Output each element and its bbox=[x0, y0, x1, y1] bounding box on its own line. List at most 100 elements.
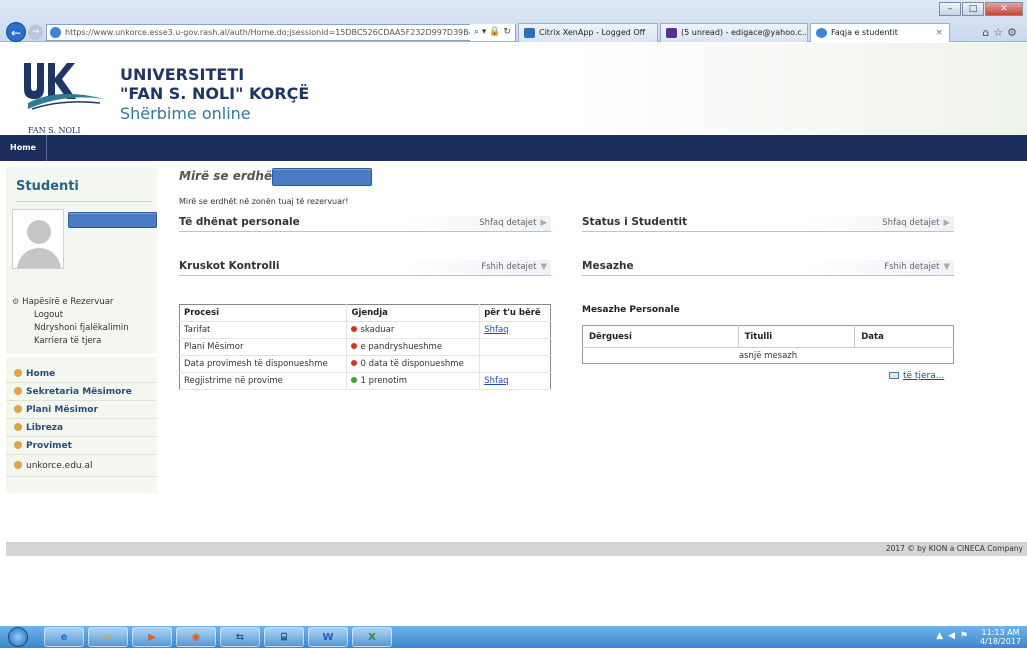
system-tray-icons[interactable]: ▲◀⚑ bbox=[936, 631, 973, 641]
empty-messages: asnjë mesazh bbox=[738, 350, 798, 361]
tab-yahoo-mail[interactable]: (5 unread) - edigace@yahoo.c... bbox=[660, 23, 808, 42]
sidebar-item-home[interactable]: Home bbox=[6, 365, 157, 383]
logout-link[interactable]: Logout bbox=[12, 309, 129, 322]
column-header: Data bbox=[854, 325, 954, 348]
tab-citrix[interactable]: Citrix XenApp - Logged Off bbox=[518, 23, 658, 42]
panel-messages: Mesazhe Fshih detajet ▼ bbox=[582, 260, 954, 276]
logo-caption: FAN S. NOLI bbox=[28, 126, 81, 135]
state-label: 0 data të disponueshme bbox=[360, 359, 464, 369]
forward-arrow-icon[interactable]: → bbox=[28, 25, 43, 40]
action-cell: Shfaq bbox=[479, 321, 551, 339]
firefox-taskbar-icon[interactable]: ◉ bbox=[176, 627, 216, 647]
reserved-area-item[interactable]: ⚙ Hapësirë e Rezervuar bbox=[12, 295, 129, 309]
university-logo bbox=[18, 57, 110, 123]
welcome-heading: Mirë se erdhët bbox=[179, 169, 278, 183]
word-taskbar-icon[interactable]: W bbox=[308, 627, 348, 647]
tab-faqja-studentit[interactable]: Faqja e studentit × bbox=[810, 23, 950, 42]
table-row: Tarifat skaduar Shfaq bbox=[179, 321, 551, 339]
toggle-label: Shfaq detajet bbox=[479, 218, 537, 228]
messages-table: Dërguesi Titulli Data asnjë mesazh bbox=[582, 325, 954, 364]
avatar-head bbox=[27, 220, 51, 244]
close-tab-icon[interactable]: × bbox=[935, 24, 943, 42]
hide-details-toggle[interactable]: Fshih detajet ▼ bbox=[481, 262, 547, 272]
divider bbox=[16, 201, 152, 202]
status-dot-icon bbox=[351, 377, 358, 383]
state-cell: skaduar bbox=[346, 321, 480, 339]
show-details-toggle[interactable]: Shfaq detajet ▶ bbox=[479, 218, 547, 228]
table-row: Regjistrime në provime 1 prenotim Shfaq bbox=[179, 372, 551, 390]
network-taskbar-icon[interactable]: ⇆ bbox=[220, 627, 260, 647]
show-link[interactable]: Shfaq bbox=[484, 376, 508, 386]
process-cell: Plani Mësimor bbox=[179, 338, 347, 356]
clock-date: 4/18/2017 bbox=[979, 637, 1021, 646]
change-password-link[interactable]: Ndryshoni fjalëkalimin bbox=[12, 322, 129, 335]
other-careers-link[interactable]: Karriera të tjera bbox=[12, 335, 129, 348]
action-cell: Shfaq bbox=[479, 372, 551, 390]
page-footer: 2017 © by KION a CINECA Company bbox=[6, 542, 1027, 556]
reserved-area-links: ⚙ Hapësirë e Rezervuar Logout Ndryshoni f… bbox=[12, 295, 129, 348]
more-label: të tjera... bbox=[903, 371, 945, 381]
table-row: Data provimesh të disponueshme 0 data të… bbox=[179, 355, 551, 373]
tab-label: Faqja e studentit bbox=[831, 28, 898, 37]
hide-details-toggle[interactable]: Fshih detajet ▼ bbox=[884, 262, 950, 272]
state-label: skaduar bbox=[360, 325, 395, 335]
site-header: FAN S. NOLI UNIVERSITETI "FAN S. NOLI" K… bbox=[0, 43, 1027, 135]
bullet-icon bbox=[14, 441, 22, 449]
state-cell: 1 prenotim bbox=[346, 372, 480, 390]
sidebar-item-sekretaria[interactable]: Sekretaria Mësimore bbox=[6, 383, 157, 401]
process-table: Procesi Gjendja për t'u bërë Tarifat ska… bbox=[179, 304, 551, 390]
footer-copyright: 2017 © by KION a CINECA Company bbox=[885, 544, 1023, 553]
sidebar-item-label: Plani Mësimor bbox=[26, 405, 98, 415]
sidebar-item-plani[interactable]: Plani Mësimor bbox=[6, 401, 157, 419]
process-cell: Data provimesh të disponueshme bbox=[179, 355, 347, 373]
gear-icon: ⚙ bbox=[12, 297, 20, 306]
panel-personal-data: Të dhënat personale Shfaq detajet ▶ bbox=[179, 216, 551, 232]
column-header: Titulli bbox=[737, 325, 855, 348]
sidebar-item-provimet[interactable]: Provimet bbox=[6, 437, 157, 455]
tab-label: Citrix XenApp - Logged Off bbox=[539, 28, 646, 37]
back-arrow-icon[interactable]: ← bbox=[6, 22, 26, 42]
triangle-right-icon: ▶ bbox=[540, 218, 547, 228]
taskbar-clock[interactable]: 11:13 AM 4/18/2017 bbox=[980, 628, 1021, 646]
welcome-subtitle: Mirë se erdhët në zonën tuaj të rezervua… bbox=[179, 197, 349, 206]
more-messages-link[interactable]: të tjera... bbox=[889, 371, 944, 381]
toggle-label: Shfaq detajet bbox=[882, 218, 940, 228]
start-button[interactable] bbox=[2, 626, 34, 648]
state-cell: e pandryshueshme bbox=[346, 338, 480, 356]
header-subtitle: Shërbime online bbox=[120, 104, 251, 123]
close-window-button[interactable]: ✕ bbox=[985, 2, 1023, 16]
clock-time: 11:13 AM bbox=[981, 628, 1020, 637]
show-details-toggle[interactable]: Shfaq detajet ▶ bbox=[882, 218, 950, 228]
divider bbox=[6, 353, 157, 357]
sidebar-title: Studenti bbox=[16, 179, 79, 194]
library-taskbar-icon[interactable]: ⌸ bbox=[264, 627, 304, 647]
excel-taskbar-icon[interactable]: X bbox=[352, 627, 392, 647]
panel-control-check: Kruskot Kontrolli Fshih detajet ▼ bbox=[179, 260, 551, 276]
maximize-button[interactable]: □ bbox=[962, 2, 984, 16]
address-bar[interactable]: https://www.unkorce.esse3.u-gov.rash.al/… bbox=[46, 24, 516, 41]
panel-student-status: Status i Studentit Shfaq detajet ▶ bbox=[582, 216, 954, 232]
sidebar-item-libreza[interactable]: Libreza bbox=[6, 419, 157, 437]
toolbar-icons[interactable]: ⌂☆⚙ bbox=[982, 26, 1021, 39]
sidebar-item-external[interactable]: unkorce.edu.al bbox=[6, 455, 157, 477]
panel-title: Mesazhe bbox=[582, 260, 634, 272]
minimize-button[interactable]: – bbox=[939, 2, 961, 16]
ie-taskbar-icon[interactable]: e bbox=[44, 627, 84, 647]
envelope-icon bbox=[889, 372, 899, 379]
panel-title: Të dhënat personale bbox=[179, 216, 300, 228]
sidebar-item-label: unkorce.edu.al bbox=[26, 461, 93, 471]
address-tools[interactable]: ⌕ ▾ 🔒 ↻ bbox=[470, 24, 515, 41]
top-navbar: Home bbox=[0, 135, 1027, 161]
bullet-icon bbox=[14, 387, 22, 395]
bullet-icon bbox=[14, 405, 22, 413]
state-label: e pandryshueshme bbox=[360, 342, 443, 352]
sidebar: Studenti ⚙ Hapësirë e Rezervuar Logout Nd… bbox=[6, 167, 157, 493]
action-cell bbox=[479, 355, 551, 373]
folder-taskbar-icon[interactable]: ▭ bbox=[88, 627, 128, 647]
media-taskbar-icon[interactable]: ▶ bbox=[132, 627, 172, 647]
panel-title: Kruskot Kontrolli bbox=[179, 260, 280, 272]
toggle-label: Fshih detajet bbox=[481, 262, 537, 272]
nav-home-link[interactable]: Home bbox=[0, 135, 47, 161]
bullet-icon bbox=[14, 369, 22, 377]
show-link[interactable]: Shfaq bbox=[484, 325, 508, 335]
